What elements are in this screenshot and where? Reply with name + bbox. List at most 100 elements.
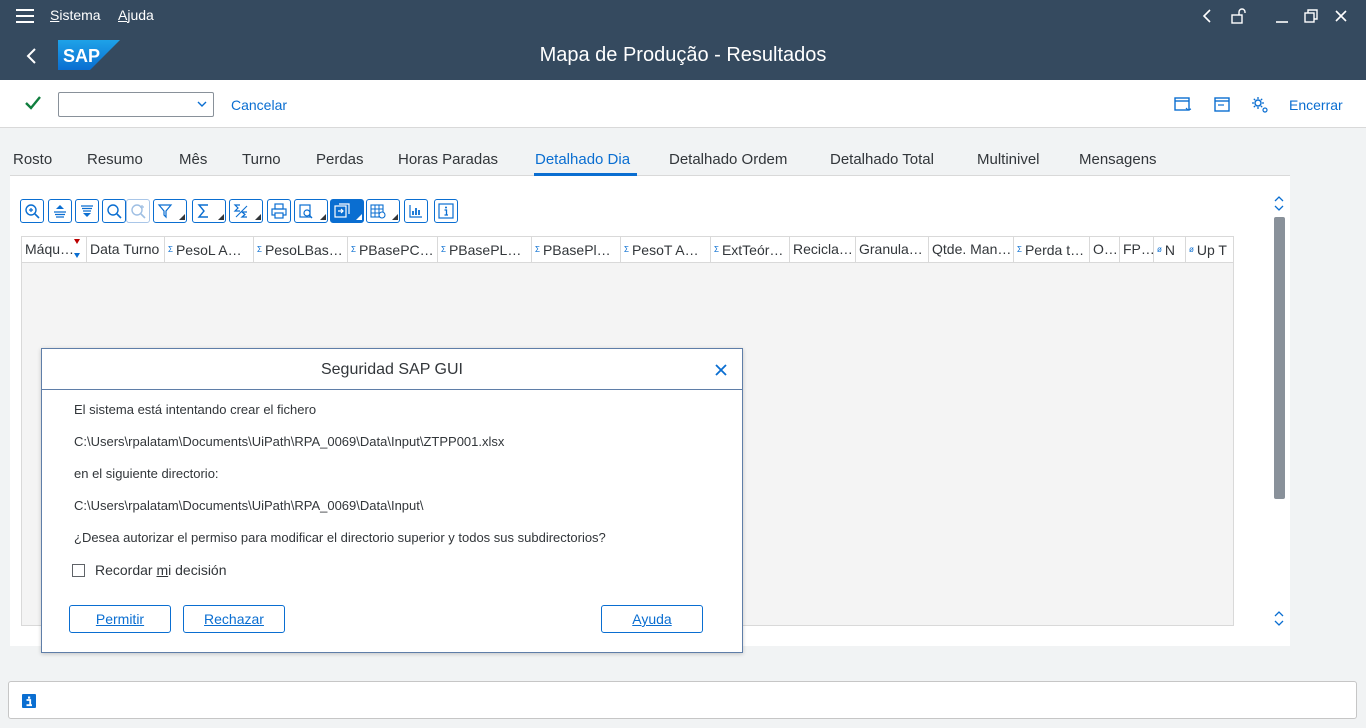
chevron-down-icon[interactable] <box>197 99 207 109</box>
info-icon[interactable] <box>22 694 36 708</box>
dropdown-triangle-icon <box>392 214 398 220</box>
column-header[interactable]: Σ PesoT A… <box>621 237 711 263</box>
sort-indicator-icon <box>74 239 80 258</box>
scroll-down-icon[interactable] <box>1272 609 1286 629</box>
tab-detalhado-total[interactable]: Detalhado Total <box>830 151 934 168</box>
hamburger-menu-icon[interactable] <box>16 9 34 23</box>
dropdown-triangle-icon <box>218 214 224 220</box>
menubar: Sistema Ajuda <box>0 0 1366 32</box>
export-button[interactable] <box>330 199 364 223</box>
close-window-icon[interactable] <box>1329 4 1353 28</box>
average-icon: ø <box>1157 245 1162 254</box>
tab-mensagens[interactable]: Mensagens <box>1079 151 1157 168</box>
tab-perdas[interactable]: Perdas <box>316 151 364 168</box>
filter-button[interactable] <box>153 199 187 223</box>
unlock-icon[interactable] <box>1226 4 1250 28</box>
title-bar: SAP Mapa de Produção - Resultados <box>0 32 1366 80</box>
column-label: Perda t… <box>1024 242 1085 258</box>
allow-button[interactable]: Permitir <box>69 605 171 633</box>
page-title: Mapa de Produção - Resultados <box>539 44 827 66</box>
total-button[interactable] <box>192 199 226 223</box>
column-header[interactable]: Σ PBasePl… <box>532 237 621 263</box>
sum-icon: Σ <box>351 245 356 254</box>
tab-horas-paradas[interactable]: Horas Paradas <box>398 151 498 168</box>
dialog-message: en el siguiente directorio: <box>74 466 219 481</box>
exit-button[interactable]: Encerrar <box>1289 97 1343 113</box>
scroll-up-icon[interactable] <box>1272 194 1286 214</box>
menu-sistema[interactable]: Sistema <box>50 7 101 23</box>
column-header[interactable]: Σ PBasePL… <box>438 237 532 263</box>
column-header[interactable]: Qtde. Man… <box>929 237 1014 263</box>
menu-ajuda[interactable]: Ajuda <box>118 7 154 23</box>
column-label: Up T <box>1196 242 1227 258</box>
column-header[interactable]: Σ PesoL A… <box>165 237 254 263</box>
cancel-button[interactable]: Cancelar <box>231 97 287 113</box>
new-window-icon[interactable] <box>1173 95 1193 115</box>
restore-icon[interactable] <box>1299 4 1323 28</box>
column-header[interactable]: Data Turno <box>87 237 165 263</box>
column-header[interactable]: FP… <box>1120 237 1154 263</box>
checkmark-icon[interactable] <box>22 92 44 114</box>
tab-resumo[interactable]: Resumo <box>87 151 143 168</box>
tab-rosto[interactable]: Rosto <box>13 151 52 168</box>
average-icon: ø <box>1189 245 1194 254</box>
sap-gui-window: Sistema Ajuda SAP Mapa de Produção - Res… <box>0 0 1366 728</box>
sum-icon: Σ <box>1017 245 1022 254</box>
grid-header: Máqu… Data Turno Σ PesoL A… Σ PesoLBas… ΣP… <box>22 237 1233 263</box>
dialog-title: Seguridad SAP GUI <box>320 361 463 378</box>
column-header[interactable]: Σ Perda t… <box>1014 237 1090 263</box>
column-header[interactable]: Σ PBasePC… <box>348 237 438 263</box>
minimize-icon[interactable] <box>1270 4 1294 28</box>
help-button[interactable]: Ayuda <box>601 605 703 633</box>
sum-icon: Σ <box>714 245 719 254</box>
directory-path: C:\Users\rpalatam\Documents\UiPath\RPA_0… <box>74 498 424 513</box>
views-button[interactable] <box>294 199 328 223</box>
column-label: N <box>1164 242 1176 258</box>
column-header[interactable]: Σ ExtTeór… <box>711 237 790 263</box>
column-header[interactable]: Σ PesoLBas… <box>254 237 348 263</box>
remember-decision-label[interactable]: Recordar mi decisión <box>95 562 227 578</box>
find-next-button[interactable] <box>126 199 150 223</box>
deny-button[interactable]: Rechazar <box>183 605 285 633</box>
info-button[interactable] <box>434 199 458 223</box>
chart-button[interactable] <box>404 199 428 223</box>
column-label: PesoLBas… <box>264 242 343 258</box>
column-label: PBasePL… <box>448 242 522 258</box>
column-header[interactable]: øN <box>1154 237 1186 263</box>
subtotal-button[interactable] <box>229 199 263 223</box>
remember-decision-checkbox[interactable] <box>72 564 85 577</box>
tab-multinivel[interactable]: Multinivel <box>977 151 1040 168</box>
details-button[interactable] <box>20 199 44 223</box>
sum-icon: Σ <box>441 245 446 254</box>
column-header[interactable]: O… <box>1090 237 1120 263</box>
sum-icon: Σ <box>624 245 629 254</box>
find-button[interactable] <box>102 199 126 223</box>
column-label: FP… <box>1123 241 1154 257</box>
tab-turno[interactable]: Turno <box>242 151 281 168</box>
sort-ascending-button[interactable] <box>48 199 72 223</box>
command-field[interactable] <box>58 92 214 117</box>
tab-mes[interactable]: Mês <box>179 151 207 168</box>
dialog-header: Seguridad SAP GUI <box>42 349 742 390</box>
sort-descending-button[interactable] <box>75 199 99 223</box>
column-label: PBasePl… <box>542 242 611 258</box>
settings-icon[interactable] <box>1250 95 1270 115</box>
tab-detalhado-dia[interactable]: Detalhado Dia <box>535 151 630 168</box>
display-window-icon[interactable] <box>1212 95 1232 115</box>
chevron-left-icon[interactable] <box>1196 4 1220 28</box>
tab-detalhado-ordem[interactable]: Detalhado Ordem <box>669 151 787 168</box>
print-button[interactable] <box>267 199 291 223</box>
column-label: Granula… <box>859 241 923 257</box>
column-header[interactable]: ø Up T <box>1186 237 1233 263</box>
column-header[interactable]: Granula… <box>856 237 929 263</box>
column-label: Recicla… <box>793 241 853 257</box>
column-label: Máqu… <box>25 241 75 257</box>
column-header[interactable]: Recicla… <box>790 237 856 263</box>
column-label: PBasePC… <box>358 242 434 258</box>
dialog-message: El sistema está intentando crear el fich… <box>74 402 317 417</box>
column-header[interactable]: Máqu… <box>22 237 87 263</box>
close-icon[interactable] <box>713 362 729 378</box>
layout-button[interactable] <box>366 199 400 223</box>
vertical-scrollbar[interactable] <box>1274 217 1285 499</box>
tab-strip: Rosto Resumo Mês Turno Perdas Horas Para… <box>0 128 1290 176</box>
